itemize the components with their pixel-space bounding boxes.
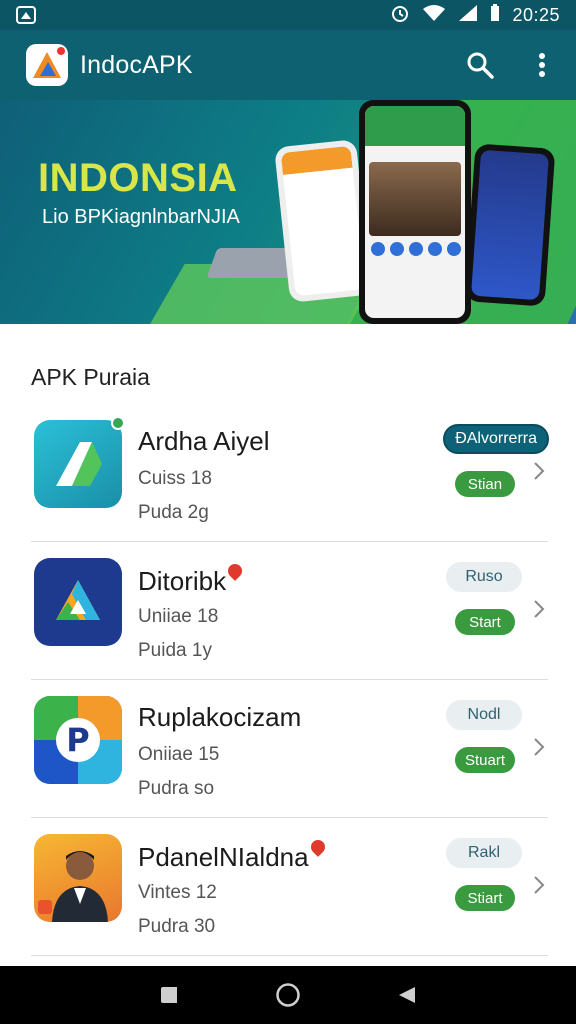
app-version: Uniiae 18	[138, 606, 219, 627]
app-size: Pudra 30	[138, 916, 216, 937]
app-size: Pudra so	[138, 778, 215, 799]
colorful-p-icon: P	[34, 696, 122, 784]
blue-triangle-icon	[34, 558, 122, 646]
app-status-button[interactable]: Ruso	[446, 562, 522, 592]
app-name: Ruplakocizam	[138, 702, 302, 732]
start-button[interactable]: Stian	[455, 471, 515, 497]
app-name: Ardha Aiyel	[138, 426, 270, 456]
chevron-right-icon	[534, 876, 545, 894]
recents-button[interactable]	[392, 980, 422, 1010]
chevron-right-icon	[534, 600, 545, 618]
phone-illustration-left	[274, 139, 372, 303]
phone-illustration-main	[359, 100, 471, 324]
list-item[interactable]: P Ruplakocizam Oniiae 15 Pudra so Nodl S…	[0, 680, 576, 818]
recents-icon	[398, 987, 415, 1003]
banner-title: INDONSIA	[38, 156, 238, 200]
status-icons: 20:25	[390, 3, 560, 28]
battery-icon	[490, 3, 500, 27]
more-vert-icon	[539, 53, 545, 77]
app-logo-icon	[26, 44, 68, 86]
phone-illustration-right	[464, 143, 556, 307]
app-status-button[interactable]: Rakl	[446, 838, 522, 868]
app-name: PdanelNIaldna	[138, 837, 328, 873]
home-button[interactable]	[273, 980, 303, 1010]
app-list: Ardha Aiyel Cuiss 18 Puda 2g ĐAlvorrerra…	[0, 404, 576, 956]
home-icon	[276, 983, 300, 1007]
alarm-icon	[390, 3, 410, 28]
back-icon	[161, 987, 178, 1003]
app-bar: IndocAPK	[0, 30, 576, 100]
status-bar: 20:25	[0, 0, 576, 30]
system-nav-bar	[0, 966, 576, 1024]
app-name: Ditoribk	[138, 561, 246, 597]
app-version: Oniiae 15	[138, 744, 220, 765]
status-time: 20:25	[512, 4, 560, 25]
chevron-right-icon	[534, 738, 545, 756]
app-version: Vintes 12	[138, 882, 217, 903]
portrait-icon	[34, 834, 122, 922]
more-options-button[interactable]	[526, 49, 558, 81]
start-button[interactable]: Start	[455, 609, 515, 635]
app-title: IndocAPK	[80, 50, 193, 79]
location-pin-icon	[307, 837, 328, 857]
promo-banner[interactable]: INDONSIA Lio BPKiagnlnbarNJIA	[0, 100, 576, 324]
app-status-button[interactable]: ĐAlvorrerra	[443, 424, 549, 454]
signal-icon	[458, 4, 478, 27]
list-item[interactable]: PdanelNIaldna Vintes 12 Pudra 30 Rakl St…	[0, 818, 576, 956]
location-pin-icon	[225, 561, 246, 581]
list-item[interactable]: Ardha Aiyel Cuiss 18 Puda 2g ĐAlvorrerra…	[0, 404, 576, 542]
banner-subtitle: Lio BPKiagnlnbarNJIA	[42, 206, 240, 228]
chevron-right-icon	[534, 462, 545, 480]
svg-text:P: P	[66, 721, 89, 759]
list-item[interactable]: Ditoribk Uniiae 18 Puida 1y Ruso Start	[0, 542, 576, 680]
green-drive-icon	[34, 420, 122, 508]
start-button[interactable]: Stiart	[455, 885, 515, 911]
app-size: Puda 2g	[138, 502, 209, 523]
app-status-button[interactable]: Nodl	[446, 700, 522, 730]
search-icon	[467, 52, 494, 79]
section-title: APK Puraia	[31, 364, 150, 390]
start-button[interactable]: Stuart	[455, 747, 515, 773]
app-size: Puida 1y	[138, 640, 212, 661]
update-badge	[111, 416, 125, 430]
app-version: Cuiss 18	[138, 468, 212, 489]
wifi-icon	[422, 4, 446, 27]
divider	[31, 955, 548, 956]
search-button[interactable]	[464, 49, 496, 81]
back-button[interactable]	[154, 980, 184, 1010]
app-notification-icon	[16, 6, 36, 24]
